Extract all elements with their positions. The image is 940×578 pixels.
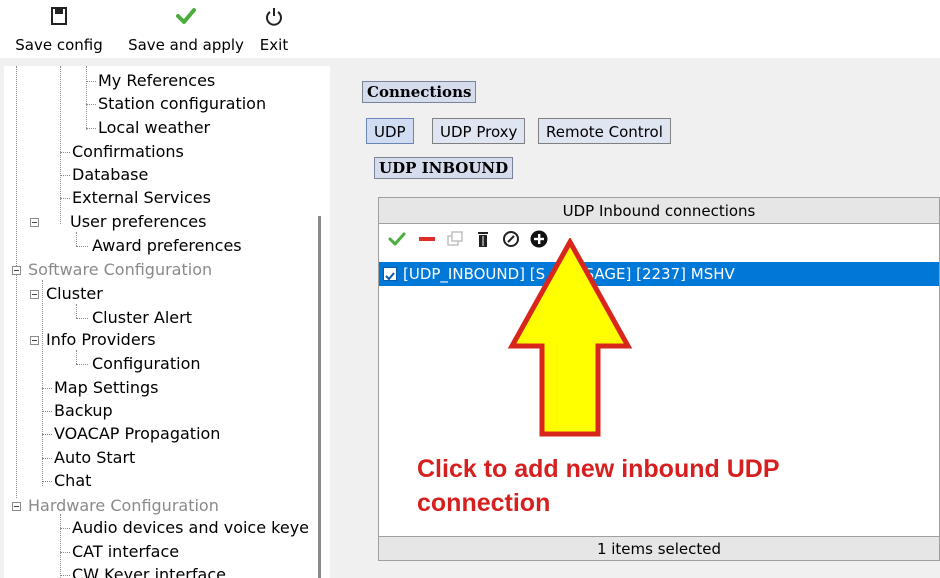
tree-connector	[76, 232, 77, 246]
save-and-apply-button[interactable]: Save and apply	[124, 4, 248, 56]
tree-connector	[76, 246, 88, 247]
floppy-disk-icon	[51, 7, 67, 25]
tree-connector	[86, 104, 96, 105]
row-checkbox[interactable]	[383, 267, 397, 281]
collapse-icon[interactable]	[30, 290, 39, 299]
udp-connection-row[interactable]: [UDP_INBOUND] [S_MESSAGE] [2237] MSHV	[379, 262, 939, 286]
tree-connector	[42, 388, 52, 389]
duplicate-icon[interactable]	[445, 229, 465, 249]
tree-connector	[60, 575, 70, 576]
tree-connector	[60, 66, 61, 224]
tree-item-info-providers[interactable]: Info Providers	[46, 329, 156, 351]
checkmark-icon	[176, 8, 196, 24]
tree-connector	[60, 175, 70, 176]
settings-tree: My References Station configuration Loca…	[4, 66, 331, 578]
tree-connector	[86, 66, 87, 130]
tree-connector	[86, 128, 96, 129]
udp-inbound-label: UDP INBOUND	[374, 157, 514, 179]
toolbar: Save config Save and apply Exit	[0, 0, 940, 58]
tree-item-database[interactable]: Database	[72, 164, 148, 186]
tree-item-chat[interactable]: Chat	[54, 470, 91, 492]
tree-item-external-services[interactable]: External Services	[72, 187, 211, 209]
tree-connector	[42, 458, 52, 459]
tree-connector	[16, 66, 17, 498]
tab-udp[interactable]: UDP	[366, 118, 414, 144]
tree-scrollbar[interactable]	[320, 66, 330, 578]
save-config-label: Save config	[15, 36, 103, 54]
tree-item-user-preferences[interactable]: User preferences	[70, 211, 206, 233]
annotation-line-1: Click to add new inbound UDP	[417, 455, 780, 483]
collapse-icon[interactable]	[30, 218, 39, 227]
tree-connector	[76, 304, 77, 318]
collapse-icon[interactable]	[30, 336, 39, 345]
tree-item-cluster-alert[interactable]: Cluster Alert	[92, 307, 192, 329]
confirm-icon[interactable]	[387, 229, 407, 249]
checkmark-icon	[385, 272, 395, 281]
tree-connector	[60, 552, 70, 553]
power-icon	[266, 8, 282, 26]
tree-connector	[76, 350, 77, 364]
tree-item-award-preferences[interactable]: Award preferences	[92, 235, 242, 257]
tree-connector	[60, 528, 70, 529]
tree-item-hardware-configuration[interactable]: Hardware Configuration	[28, 495, 219, 517]
tree-item-auto-start[interactable]: Auto Start	[54, 447, 135, 469]
remove-icon[interactable]	[417, 229, 437, 249]
delete-icon[interactable]	[473, 229, 493, 249]
save-and-apply-label: Save and apply	[128, 36, 244, 54]
selection-status: 1 items selected	[379, 536, 939, 560]
exit-label: Exit	[259, 36, 289, 54]
tree-connector	[60, 514, 61, 578]
udp-inbound-toolbar	[379, 224, 939, 254]
tree-item-cat-interface[interactable]: CAT interface	[72, 541, 179, 563]
tree-connector	[42, 411, 52, 412]
tree-connector	[42, 280, 43, 486]
tree-item-software-configuration[interactable]: Software Configuration	[28, 259, 212, 281]
connections-title: Connections	[362, 81, 477, 103]
tree-connector	[60, 198, 70, 199]
tree-item-voacap-propagation[interactable]: VOACAP Propagation	[54, 423, 220, 445]
collapse-icon[interactable]	[12, 502, 21, 511]
tree-connector	[86, 81, 96, 82]
tree-item-audio-devices[interactable]: Audio devices and voice keye	[72, 517, 309, 539]
tree-connector	[42, 481, 52, 482]
tree-connector	[60, 152, 70, 153]
save-config-button[interactable]: Save config	[4, 4, 114, 56]
annotation-text: Click to add new inbound UDP connection	[417, 452, 917, 520]
tree-connector	[42, 434, 52, 435]
tree-connector	[76, 318, 88, 319]
annotation-arrow	[507, 238, 633, 437]
annotation-line-2: connection	[417, 489, 551, 517]
tree-item-station-configuration[interactable]: Station configuration	[98, 93, 266, 115]
tree-item-local-weather[interactable]: Local weather	[98, 117, 210, 139]
tree-connector	[76, 364, 88, 365]
udp-inbound-header: UDP Inbound connections	[379, 198, 939, 224]
tree-item-confirmations[interactable]: Confirmations	[72, 141, 184, 163]
collapse-icon[interactable]	[12, 266, 21, 275]
tree-item-cw-keyer-interface[interactable]: CW Keyer interface	[72, 564, 226, 578]
tree-item-configuration[interactable]: Configuration	[92, 353, 201, 375]
tree-scrollbar-thumb[interactable]	[318, 216, 321, 578]
tree-item-cluster[interactable]: Cluster	[46, 283, 103, 305]
tab-udp-proxy[interactable]: UDP Proxy	[432, 118, 526, 144]
tree-item-backup[interactable]: Backup	[54, 400, 113, 422]
tab-remote-control[interactable]: Remote Control	[538, 118, 671, 144]
tree-item-map-settings[interactable]: Map Settings	[54, 377, 158, 399]
exit-button[interactable]: Exit	[256, 4, 292, 56]
tree-item-my-references[interactable]: My References	[98, 70, 215, 92]
